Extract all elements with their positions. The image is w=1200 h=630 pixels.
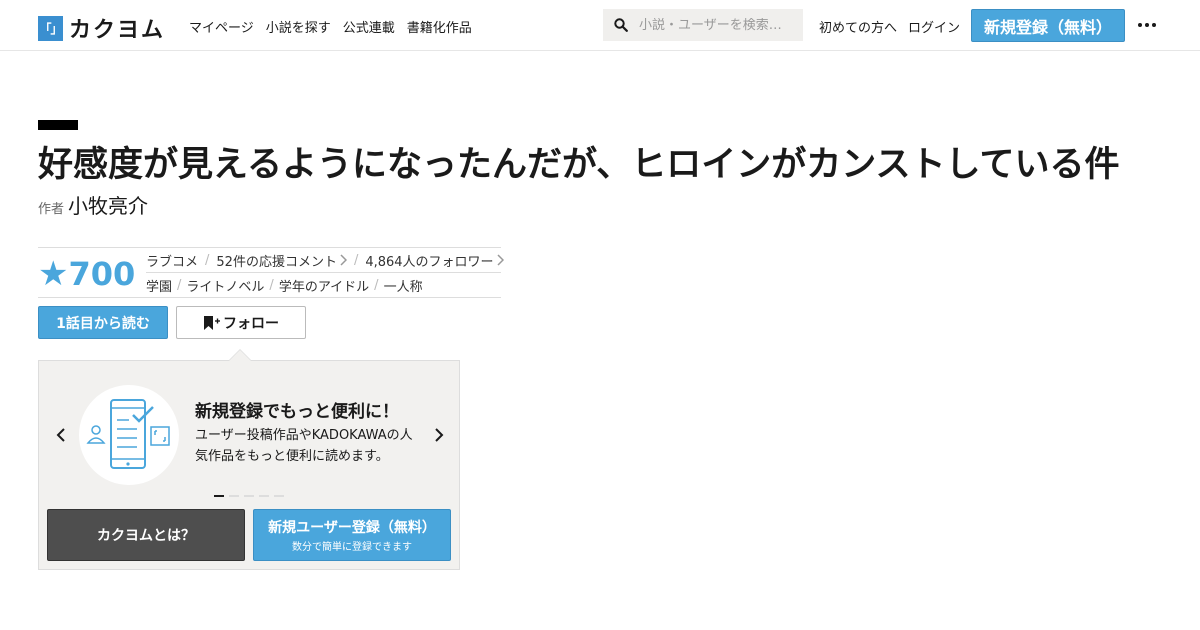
work-stats: ★ 700 ラブコメ / 52件の応援コメント / 4,864人のフォロワー 学… — [38, 247, 504, 298]
promo-body-text: ユーザー投稿作品やKADOKAWAの人気作品をもっと便利に読めます。 — [195, 428, 413, 464]
nav-item-mypage[interactable]: マイページ — [189, 17, 254, 36]
nav-item-published-works[interactable]: 書籍化作品 — [407, 17, 472, 36]
tag-item[interactable]: 学年のアイドル — [279, 276, 369, 295]
author-line: 作者 小牧亮介 — [38, 190, 148, 219]
tag-item[interactable]: 一人称 — [384, 276, 423, 295]
signup-sublabel: 数分で簡単に登録できます — [292, 542, 412, 553]
carousel-dot[interactable] — [214, 495, 224, 497]
smartphone-illustration — [79, 385, 179, 485]
genre-link[interactable]: ラブコメ — [146, 251, 198, 270]
tag-item[interactable]: ライトノベル — [186, 276, 264, 295]
author-name-link[interactable]: 小牧亮介 — [68, 190, 148, 219]
register-button[interactable]: 新規登録（無料） — [971, 9, 1125, 42]
login-link[interactable]: ログイン — [908, 17, 960, 36]
carousel-dot[interactable] — [244, 495, 254, 497]
tag-item[interactable]: 学園 — [146, 276, 172, 295]
title-decoration-bar — [38, 120, 78, 130]
about-kakuyomu-button[interactable]: カクヨムとは？ — [47, 509, 245, 561]
carousel-dot[interactable] — [274, 495, 284, 497]
chevron-right-icon — [497, 254, 504, 266]
comments-link[interactable]: 52件の応援コメント — [216, 251, 347, 270]
nav-item-official-serials[interactable]: 公式連載 — [343, 17, 395, 36]
site-logo[interactable]: 「」 カクヨム — [38, 12, 165, 44]
followers-label: 4,864人のフォロワー — [365, 254, 494, 270]
signup-promo-panel: 新規登録でもっと便利に！ ユーザー投稿作品やKADOKAWAの人気作品をもっと便… — [38, 349, 460, 570]
chevron-left-icon[interactable] — [51, 425, 71, 445]
search-box — [603, 9, 803, 41]
follow-label: フォロー — [223, 315, 279, 332]
star-rating: ★ 700 — [38, 252, 135, 296]
chevron-right-icon[interactable] — [429, 425, 449, 445]
author-label: 作者 — [38, 202, 65, 217]
first-time-link[interactable]: 初めての方へ — [819, 17, 897, 36]
carousel-dot[interactable] — [229, 495, 239, 497]
carousel-dot[interactable] — [259, 495, 269, 497]
promo-heading: 新規登録でもっと便利に！ — [195, 402, 399, 422]
bookmark-plus-icon — [204, 315, 220, 330]
tag-list: 学園 / ライトノベル / 学年のアイドル / 一人称 — [146, 276, 423, 295]
nav-item-search-novels[interactable]: 小説を探す — [266, 17, 331, 36]
more-icon[interactable] — [1134, 14, 1160, 36]
comments-label: 52件の応援コメント — [216, 254, 337, 270]
signup-label: 新規ユーザー登録（無料） — [268, 520, 436, 536]
site-header: 「」 カクヨム マイページ 小説を探す 公式連載 書籍化作品 初めての方へ ログ… — [0, 0, 1200, 51]
star-count: 700 — [68, 255, 136, 293]
read-first-episode-button[interactable]: 1話目から読む — [38, 306, 168, 339]
star-icon: ★ — [38, 254, 69, 294]
search-input[interactable] — [639, 17, 799, 33]
main-nav: マイページ 小説を探す 公式連載 書籍化作品 — [189, 17, 472, 36]
search-icon[interactable] — [603, 9, 639, 41]
follow-button[interactable]: フォロー — [176, 306, 306, 339]
carousel-dots — [214, 495, 284, 497]
work-title[interactable]: 好感度が見えるようになったんだが、ヒロインがカンストしている件 — [38, 142, 1120, 188]
followers-link[interactable]: 4,864人のフォロワー — [365, 251, 504, 270]
logo-icon: 「」 — [38, 15, 63, 41]
new-user-signup-button[interactable]: 新規ユーザー登録（無料） 数分で簡単に登録できます — [253, 509, 451, 561]
chevron-right-icon — [340, 254, 347, 266]
logo-text: カクヨム — [69, 18, 166, 43]
meta-row-primary: ラブコメ / 52件の応援コメント / 4,864人のフォロワー — [146, 248, 504, 273]
